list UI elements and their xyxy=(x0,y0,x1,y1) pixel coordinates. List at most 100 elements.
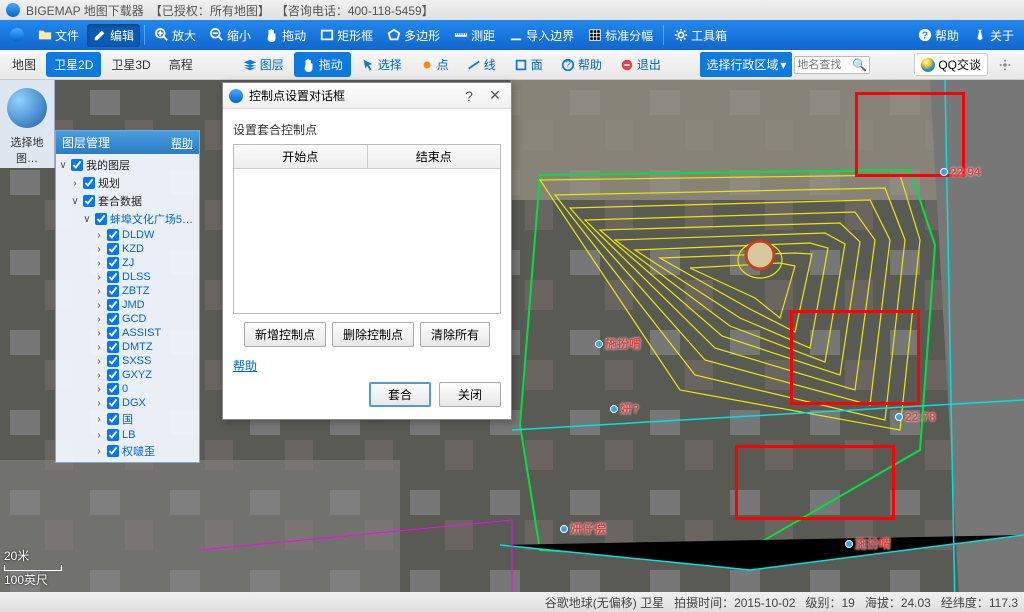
import-button[interactable]: 导入边界 xyxy=(503,24,580,47)
select-button[interactable]: 选择 xyxy=(353,52,410,77)
sub-pan-button[interactable]: 拖动 xyxy=(294,52,351,77)
tree-toggle[interactable]: › xyxy=(94,258,104,269)
layer-label[interactable]: DLDW xyxy=(122,229,154,241)
layer-label[interactable]: DGX xyxy=(122,397,146,409)
layer-item[interactable]: › DGX xyxy=(56,396,199,410)
pan-button[interactable]: 拖动 xyxy=(259,24,312,47)
rect-button[interactable]: 矩形框 xyxy=(314,24,379,47)
layer-item[interactable]: › KZD xyxy=(56,242,199,256)
edit-menu[interactable]: 编辑 xyxy=(87,24,140,47)
tree-toggle[interactable]: › xyxy=(94,342,104,353)
layer-label[interactable]: 0 xyxy=(122,383,128,395)
exit-button[interactable]: 退出 xyxy=(612,52,669,77)
layer-item[interactable]: › LB xyxy=(56,428,199,442)
tree-checkbox[interactable] xyxy=(107,369,119,381)
layer-label[interactable]: LB xyxy=(122,429,135,441)
map-tab[interactable]: 地图 xyxy=(4,52,44,77)
layer-label[interactable]: DLSS xyxy=(122,271,151,283)
layer-label[interactable]: GXYZ xyxy=(122,369,152,381)
sub-help-button[interactable]: ?帮助 xyxy=(553,52,610,77)
tree-toggle[interactable]: › xyxy=(70,178,80,189)
layers-button[interactable]: 图层 xyxy=(235,52,292,77)
help-button[interactable]: ?帮助 xyxy=(912,24,965,47)
zoom-out-button[interactable]: 缩小 xyxy=(204,24,257,47)
polygon-button[interactable]: 多边形 xyxy=(381,24,446,47)
line-button[interactable]: 线 xyxy=(459,52,504,77)
layer-item[interactable]: ›权啵歪 xyxy=(56,442,199,460)
toolbox-button[interactable]: 工具箱 xyxy=(668,24,733,47)
layer-item[interactable]: › ZBTZ xyxy=(56,284,199,298)
layer-help-link[interactable]: 帮助 xyxy=(171,135,193,151)
col-start[interactable]: 开始点 xyxy=(234,145,368,168)
grid-button[interactable]: 标准分幅 xyxy=(582,24,659,47)
tree-toggle[interactable]: › xyxy=(94,314,104,325)
sat3d-tab[interactable]: 卫星3D xyxy=(103,52,158,77)
layer-label[interactable]: SXSS xyxy=(122,355,151,367)
place-search-input[interactable] xyxy=(797,59,852,71)
tree-checkbox[interactable] xyxy=(107,355,119,367)
tree-checkbox[interactable] xyxy=(107,341,119,353)
layer-item[interactable]: › ZJ xyxy=(56,256,199,270)
tree-checkbox[interactable] xyxy=(107,229,119,241)
point-button[interactable]: 点 xyxy=(412,52,457,77)
control-point-table[interactable]: 开始点 结束点 xyxy=(233,144,501,314)
tree-toggle[interactable]: ∨ xyxy=(82,214,92,225)
search-icon[interactable]: 🔍 xyxy=(852,58,867,72)
dialog-titlebar[interactable]: 控制点设置对话框 ? ✕ xyxy=(223,83,511,109)
layer-label[interactable]: ASSIST xyxy=(122,327,161,339)
tree-toggle[interactable]: › xyxy=(94,328,104,339)
layer-label[interactable]: ZJ xyxy=(122,257,134,269)
dialog-close-button[interactable]: ✕ xyxy=(485,87,505,104)
earth-icon[interactable] xyxy=(7,88,47,128)
merge-button[interactable]: 套合 xyxy=(369,382,431,407)
tree-checkbox[interactable] xyxy=(107,285,119,297)
file-menu[interactable]: 文件 xyxy=(32,24,85,47)
delete-point-button[interactable]: 删除控制点 xyxy=(332,322,414,347)
tree-checkbox[interactable] xyxy=(83,195,95,207)
clear-all-button[interactable]: 清除所有 xyxy=(420,322,490,347)
place-search[interactable]: 🔍 xyxy=(794,56,870,74)
layer-item[interactable]: › DLSS xyxy=(56,270,199,284)
tree-checkbox[interactable] xyxy=(95,213,107,225)
tree-toggle[interactable]: › xyxy=(94,430,104,441)
col-end[interactable]: 结束点 xyxy=(368,145,501,168)
dialog-help-button[interactable]: ? xyxy=(459,88,479,104)
layer-item[interactable]: ›国 xyxy=(56,410,199,428)
close-button[interactable]: 关闭 xyxy=(439,382,501,407)
about-button[interactable]: 关于 xyxy=(967,24,1020,47)
logo-button[interactable] xyxy=(4,25,30,45)
tree-checkbox[interactable] xyxy=(71,159,83,171)
layer-tree[interactable]: ∨我的图层 ›规划 ∨套合数据 ∨蚌埠文化广场54-3 ›DLDW›KZD›ZJ… xyxy=(56,154,199,462)
settings-button[interactable] xyxy=(990,54,1020,76)
layer-item[interactable]: › DMTZ xyxy=(56,340,199,354)
layer-item[interactable]: › SXSS xyxy=(56,354,199,368)
tree-toggle[interactable]: › xyxy=(94,300,104,311)
tree-toggle[interactable]: › xyxy=(94,286,104,297)
tree-checkbox[interactable] xyxy=(107,397,119,409)
layer-label[interactable]: 国 xyxy=(122,411,133,427)
admin-region-select[interactable]: 选择行政区域▾ xyxy=(700,52,792,77)
tree-checkbox[interactable] xyxy=(83,177,95,189)
tree-checkbox[interactable] xyxy=(107,299,119,311)
sat2d-tab[interactable]: 卫星2D xyxy=(46,52,101,77)
layer-item[interactable]: › JMD xyxy=(56,298,199,312)
tree-toggle[interactable]: › xyxy=(94,272,104,283)
tree-toggle[interactable]: › xyxy=(94,414,104,425)
layer-item[interactable]: ›GCD xyxy=(56,312,199,326)
add-point-button[interactable]: 新增控制点 xyxy=(244,322,326,347)
tree-checkbox[interactable] xyxy=(107,429,119,441)
layer-label[interactable]: JMD xyxy=(122,299,145,311)
tree-toggle[interactable]: › xyxy=(94,244,104,255)
area-button[interactable]: 面 xyxy=(506,52,551,77)
tree-checkbox[interactable] xyxy=(107,243,119,255)
tree-toggle[interactable]: › xyxy=(94,230,104,241)
layer-label[interactable]: KZD xyxy=(122,243,144,255)
tree-toggle[interactable]: › xyxy=(94,356,104,367)
layer-label[interactable]: ZBTZ xyxy=(122,285,150,297)
tree-toggle[interactable]: › xyxy=(94,446,104,457)
layer-panel-header[interactable]: 图层管理 帮助 xyxy=(56,131,199,154)
layer-label[interactable]: DMTZ xyxy=(122,341,153,353)
tree-checkbox[interactable] xyxy=(107,257,119,269)
tree-toggle[interactable]: › xyxy=(94,398,104,409)
tree-toggle[interactable]: ∨ xyxy=(70,196,80,207)
